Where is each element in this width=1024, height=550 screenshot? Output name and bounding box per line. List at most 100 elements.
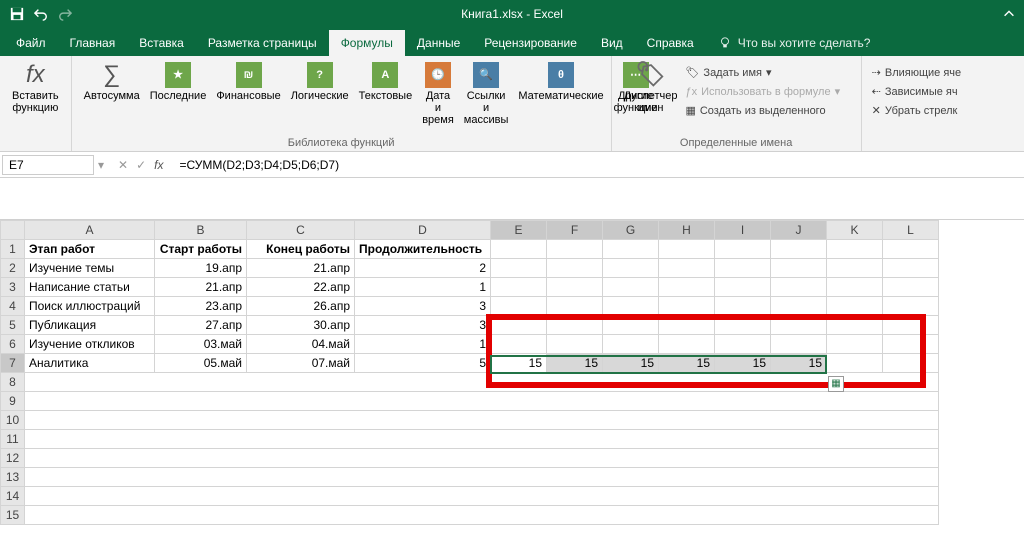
cell[interactable] [771, 259, 827, 278]
save-icon[interactable] [10, 7, 24, 21]
cell[interactable]: 05.май [155, 354, 247, 373]
cell[interactable] [25, 430, 939, 449]
cell[interactable] [827, 297, 883, 316]
cell[interactable]: 3 [355, 316, 491, 335]
cell[interactable] [491, 335, 547, 354]
cell[interactable]: 26.апр [247, 297, 355, 316]
cell[interactable]: Публикация [25, 316, 155, 335]
text-button[interactable]: A Текстовые [355, 60, 417, 128]
cell[interactable] [883, 335, 939, 354]
row-header[interactable]: 4 [1, 297, 25, 316]
tab-formulas[interactable]: Формулы [329, 30, 405, 56]
cell[interactable] [25, 392, 939, 411]
cell[interactable]: Написание статьи [25, 278, 155, 297]
cell[interactable] [659, 316, 715, 335]
cell[interactable] [547, 316, 603, 335]
cell[interactable] [715, 297, 771, 316]
cell[interactable] [603, 278, 659, 297]
cell[interactable]: 2 [355, 259, 491, 278]
cell[interactable]: Конец работы [247, 240, 355, 259]
cell[interactable]: 1 [355, 278, 491, 297]
enter-icon[interactable]: ✓ [136, 158, 146, 172]
col-header[interactable]: A [25, 221, 155, 240]
col-header[interactable]: H [659, 221, 715, 240]
tab-home[interactable]: Главная [58, 30, 128, 56]
name-manager-button[interactable]: 🏷 Диспетчер имен [620, 60, 682, 119]
col-header[interactable]: J [771, 221, 827, 240]
cell[interactable] [659, 240, 715, 259]
cell[interactable] [715, 278, 771, 297]
cell[interactable]: Старт работы [155, 240, 247, 259]
cell[interactable]: 19.апр [155, 259, 247, 278]
create-from-selection-button[interactable]: ▦ Создать из выделенного [683, 102, 827, 119]
window-upcaret-icon[interactable] [1002, 7, 1024, 21]
cell[interactable] [547, 278, 603, 297]
cell[interactable]: 15 [547, 354, 603, 373]
cell[interactable] [603, 335, 659, 354]
recent-button[interactable]: ★ Последние [146, 60, 211, 128]
cell[interactable] [547, 297, 603, 316]
cell[interactable]: 23.апр [155, 297, 247, 316]
name-box[interactable] [2, 155, 94, 175]
cell[interactable] [883, 259, 939, 278]
col-header[interactable]: I [715, 221, 771, 240]
financial-button[interactable]: ₪ Финансовые [212, 60, 284, 128]
tab-help[interactable]: Справка [635, 30, 706, 56]
row-header[interactable]: 1 [1, 240, 25, 259]
row-header[interactable]: 3 [1, 278, 25, 297]
cell[interactable] [715, 316, 771, 335]
cell[interactable] [25, 449, 939, 468]
cell[interactable]: Этап работ [25, 240, 155, 259]
cell[interactable] [659, 259, 715, 278]
cell[interactable] [771, 240, 827, 259]
cell[interactable] [883, 240, 939, 259]
cell[interactable]: 30.апр [247, 316, 355, 335]
cell[interactable]: Изучение откликов [25, 335, 155, 354]
define-name-button[interactable]: 🏷 Задать имя ▾ [683, 64, 773, 81]
cell[interactable] [659, 297, 715, 316]
cell[interactable]: 22.апр [247, 278, 355, 297]
cell[interactable] [25, 506, 939, 525]
tab-review[interactable]: Рецензирование [472, 30, 589, 56]
cell[interactable] [883, 354, 939, 373]
cell[interactable]: 3 [355, 297, 491, 316]
cell[interactable] [603, 240, 659, 259]
cell[interactable]: 15 [771, 354, 827, 373]
col-header[interactable]: G [603, 221, 659, 240]
row-header[interactable]: 13 [1, 468, 25, 487]
undo-icon[interactable] [34, 7, 48, 21]
cancel-icon[interactable]: ✕ [118, 158, 128, 172]
fx-button-icon[interactable]: fx [154, 158, 163, 172]
cell[interactable] [491, 259, 547, 278]
cell[interactable] [771, 335, 827, 354]
cell[interactable] [659, 278, 715, 297]
cell[interactable]: 5 [355, 354, 491, 373]
row-header[interactable]: 6 [1, 335, 25, 354]
cell[interactable]: 27.апр [155, 316, 247, 335]
cell[interactable]: 03.май [155, 335, 247, 354]
cell[interactable] [659, 335, 715, 354]
worksheet-grid[interactable]: A B C D E F G H I J K L 1 Этап работ Ста… [0, 220, 1024, 525]
cell[interactable]: 21.апр [155, 278, 247, 297]
cell[interactable] [883, 316, 939, 335]
insert-function-button[interactable]: fx Вставить функцию [8, 60, 63, 117]
cell[interactable]: Изучение темы [25, 259, 155, 278]
tab-view[interactable]: Вид [589, 30, 635, 56]
cell[interactable]: Аналитика [25, 354, 155, 373]
row-header[interactable]: 2 [1, 259, 25, 278]
autofill-options-icon[interactable]: ▦ [828, 376, 844, 392]
autosum-button[interactable]: ∑ Автосумма [80, 60, 144, 128]
cell[interactable] [883, 278, 939, 297]
cell[interactable] [25, 468, 939, 487]
cell[interactable] [827, 316, 883, 335]
cell[interactable]: 21.апр [247, 259, 355, 278]
tell-me-search[interactable]: Что вы хотите сделать? [706, 30, 883, 56]
cell[interactable] [547, 240, 603, 259]
cell[interactable] [25, 487, 939, 506]
tab-insert[interactable]: Вставка [127, 30, 196, 56]
math-button[interactable]: θ Математические [514, 60, 607, 128]
row-header[interactable]: 7 [1, 354, 25, 373]
row-header[interactable]: 12 [1, 449, 25, 468]
cell[interactable] [25, 373, 939, 392]
cell[interactable] [25, 411, 939, 430]
